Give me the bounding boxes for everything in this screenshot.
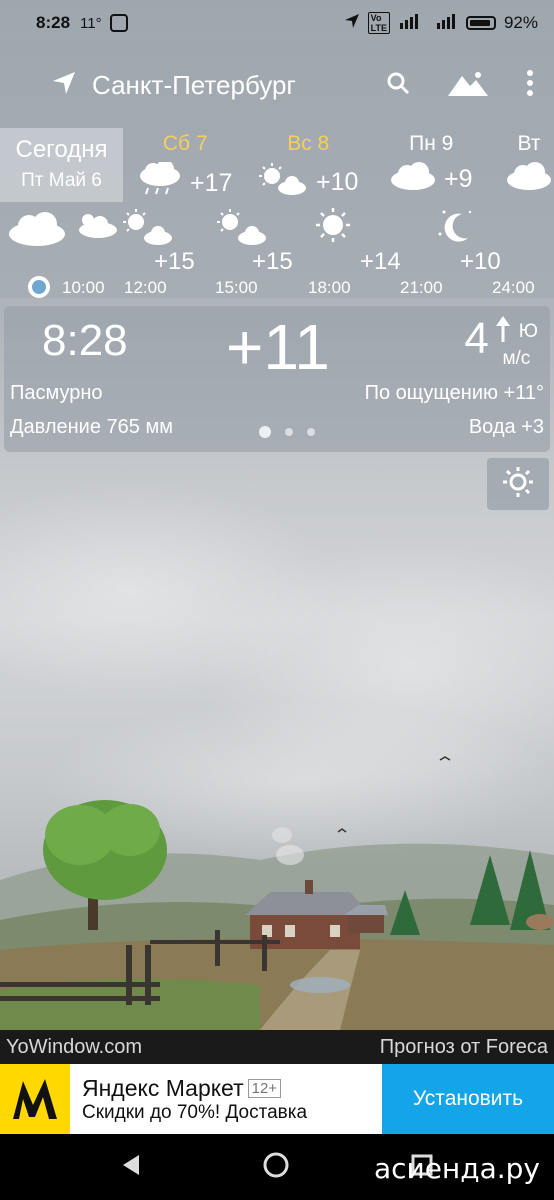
day-name: Вс 8 (287, 132, 330, 155)
status-time: 8:28 (36, 13, 71, 32)
status-temp: 11° (80, 14, 102, 32)
search-icon[interactable] (386, 71, 410, 100)
current-temp: +11 (226, 311, 330, 383)
day-sat[interactable]: Сб 7 +17 (138, 132, 232, 205)
current-time: 8:28 (42, 316, 128, 365)
day-mon[interactable]: Пн 9 +9 (390, 132, 473, 197)
day-temp: +17 (190, 169, 233, 197)
sun-cloud-icon (122, 208, 174, 251)
wind-direction: Ю (518, 321, 538, 342)
hourly-time: 15:00 (215, 278, 258, 297)
day-temp: +9 (444, 165, 473, 193)
wind-unit: м/с (502, 348, 531, 369)
pressure-text: Давление 765 мм (10, 416, 173, 438)
today-label: Сегодня (15, 136, 108, 163)
forecast-panel: Сегодня Пт Май 6 Сб 7 +17 Вс 8 +10 Пн 9 … (0, 124, 554, 298)
today-tab[interactable]: Сегодня Пт Май 6 (0, 128, 123, 202)
ad-title: Яндекс Маркет (82, 1074, 244, 1101)
hourly-temp: +10 (460, 248, 501, 275)
day-name: Вт (517, 132, 541, 155)
volte-icon: Vo LTE (367, 12, 390, 34)
yowindow-link[interactable]: YoWindow.com (6, 1036, 142, 1059)
moon-icon (438, 206, 474, 251)
feels-like-text: По ощущению +11° (364, 382, 544, 404)
hourly-temp: +15 (154, 248, 195, 275)
hourly-time: 10:00 (62, 278, 105, 297)
sun-settings-icon (501, 465, 535, 504)
day-name: Сб 7 (162, 132, 208, 155)
foreca-link[interactable]: Прогноз от Foreca (380, 1036, 548, 1059)
day-name: Пн 9 (409, 132, 454, 155)
signal-2-icon (436, 13, 458, 34)
battery-percent: 92% (503, 13, 538, 32)
install-button[interactable]: Установить (382, 1064, 554, 1134)
wind-info: 4 Ю м/с (464, 312, 538, 370)
cloud-icon (8, 212, 66, 251)
wind-speed: 4 (464, 314, 489, 363)
condition-text: Пасмурно (10, 382, 103, 404)
wind-arrow-icon (495, 316, 511, 348)
today-date: Пт Май 6 (21, 170, 102, 191)
city-name[interactable]: Санкт-Петербург (92, 70, 296, 101)
ad-banner[interactable]: Яндекс Маркет 12+ Скидки до 70%! Доставк… (0, 1064, 554, 1134)
attribution-bar: YoWindow.com Прогноз от Foreca (0, 1030, 554, 1064)
current-time-indicator (28, 276, 50, 298)
sun-cloud-icon (216, 208, 268, 251)
hourly-temp: +14 (360, 248, 401, 275)
hourly-time: 21:00 (400, 278, 443, 297)
watermark-text: асиенда.ру (373, 1152, 540, 1185)
home-icon[interactable] (262, 1151, 290, 1184)
location-arrow-icon (344, 13, 360, 34)
ad-subtitle: Скидки до 70%! Доставка (82, 1101, 308, 1123)
sun-cloud-icon (258, 162, 308, 203)
landscape-icon[interactable] (448, 70, 488, 101)
rain-cloud-icon (138, 160, 182, 205)
age-rating-badge: 12+ (247, 1078, 282, 1098)
status-bar: 8:28 11° Vo LTE 92% (0, 0, 554, 46)
day-temp: +10 (316, 168, 359, 196)
signal-icon (398, 13, 428, 34)
day-sun[interactable]: Вс 8 +10 (258, 132, 358, 203)
hourly-time: 12:00 (124, 278, 167, 297)
sun-icon (314, 206, 352, 249)
weather-scene-button[interactable] (487, 458, 549, 510)
status-app-icon (109, 14, 128, 32)
day-tue[interactable]: Вт (506, 132, 552, 197)
cloud-icon (390, 162, 436, 197)
page-indicator (259, 426, 315, 438)
hourly-temp: +15 (252, 248, 293, 275)
cloud-icon (506, 162, 552, 197)
current-conditions-card[interactable]: 8:28 +11 4 Ю м/с Пасмурно Давление 765 м… (4, 306, 550, 452)
sun-cloud-icon (74, 210, 118, 243)
hourly-time: 18:00 (308, 278, 351, 297)
hourly-time: 24:00 (492, 278, 535, 297)
water-temp-text: Вода +3 (468, 416, 544, 438)
header-bar: Санкт-Петербург (0, 46, 554, 124)
more-menu-icon[interactable] (526, 69, 534, 102)
back-icon[interactable] (121, 1154, 141, 1181)
location-icon[interactable] (50, 69, 78, 102)
battery-icon (465, 16, 496, 30)
yandex-market-logo (0, 1064, 70, 1134)
